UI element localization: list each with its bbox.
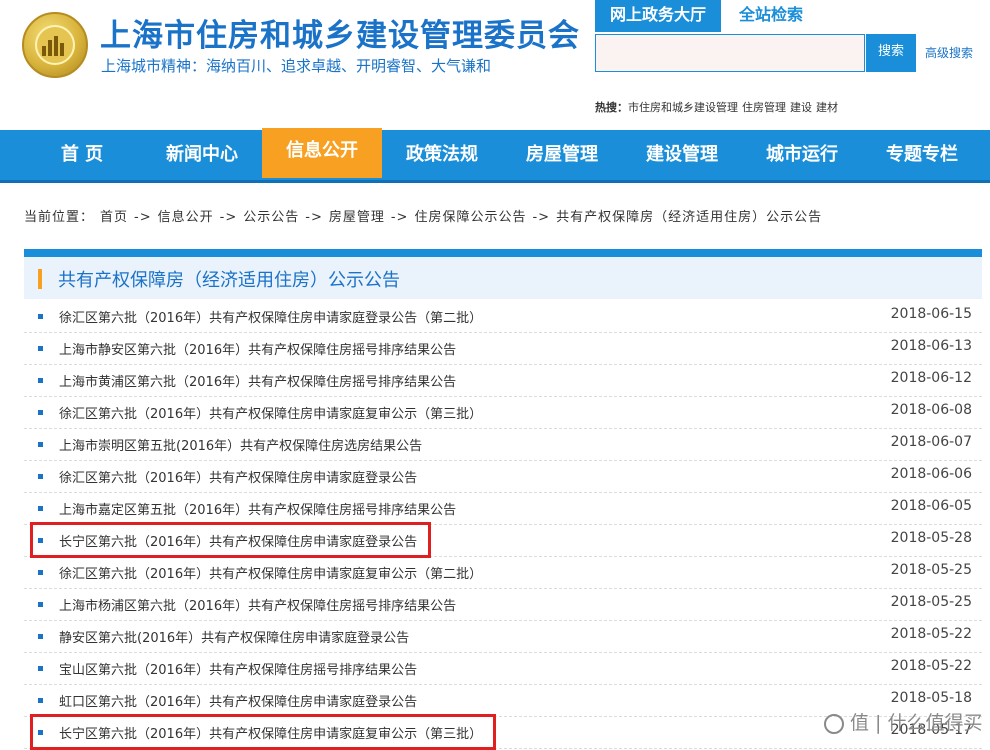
nav-item-home[interactable]: 首 页 [22,130,142,180]
breadcrumb-item[interactable]: 信息公开 [158,210,214,225]
nav-item-policy[interactable]: 政策法规 [382,130,502,180]
list-item-title[interactable]: 上海市黄浦区第六批（2016年）共有产权保障住房摇号排序结果公告 [59,371,456,390]
list-item-title[interactable]: 虹口区第六批（2016年）共有产权保障住房申请家庭登录公告 [59,691,417,710]
hot-search-term[interactable]: 建设 [790,101,812,114]
list-item[interactable]: 长宁区第六批（2016年）共有产权保障住房申请家庭登录公告 2018-05-28 [24,522,982,558]
breadcrumb-item-current[interactable]: 共有产权保障房（经济适用住房）公示公告 [556,210,822,225]
bullet-icon [38,506,43,511]
list-item-date: 2018-06-05 [890,498,972,514]
list-item-title[interactable]: 徐汇区第六批（2016年）共有产权保障住房申请家庭登录公告（第二批） [59,307,482,326]
tab-site-search[interactable]: 全站检索 [721,0,821,32]
breadcrumb: 当前位置： 首页 -> 信息公开 -> 公示公告 -> 房屋管理 -> 住房保障公示公告 -> 共有产… [24,206,828,225]
smzdm-logo-icon [824,713,844,734]
panel-title: 共有产权保障房（经济适用住房）公示公告 [58,270,400,291]
list-item-date: 2018-05-25 [890,562,972,578]
bullet-icon [38,634,43,639]
panel-header: 共有产权保障房（经济适用住房）公示公告 [24,257,982,299]
list-item-title[interactable]: 上海市杨浦区第六批（2016年）共有产权保障住房摇号排序结果公告 [59,595,456,614]
list-item-date: 2018-05-22 [890,658,972,674]
highlight-box [30,714,496,750]
breadcrumb-item[interactable]: 住房保障公示公告 [414,210,526,225]
list-item[interactable]: 上海市静安区第六批（2016年）共有产权保障住房摇号排序结果公告 2018-06-… [24,333,982,365]
nav-item-info-disclosure[interactable]: 信息公开 [262,128,382,178]
list-item-date: 2018-05-28 [890,530,972,546]
search-input[interactable] [595,34,865,72]
list-item-title[interactable]: 徐汇区第六批（2016年）共有产权保障住房申请家庭复审公示（第三批） [59,403,482,422]
list-item[interactable]: 徐汇区第六批（2016年）共有产权保障住房申请家庭登录公告（第二批） 2018-0… [24,301,982,333]
list-item-date: 2018-05-18 [890,690,972,706]
site-slogan: 上海城市精神：海纳百川、追求卓越、开明睿智、大气谦和 [101,57,492,75]
bullet-icon [38,378,43,383]
list-item[interactable]: 宝山区第六批（2016年）共有产权保障住房摇号排序结果公告 2018-05-22 [24,653,982,685]
breadcrumb-prefix: 当前位置： [24,210,95,225]
list-item[interactable]: 上海市崇明区第五批(2016年）共有产权保障住房选房结果公告 2018-06-07 [24,429,982,461]
list-item[interactable]: 徐汇区第六批（2016年）共有产权保障住房申请家庭登录公告 2018-06-06 [24,461,982,493]
bullet-icon [38,314,43,319]
bullet-icon [38,602,43,607]
search-button[interactable]: 搜索 [866,34,916,72]
site-logo[interactable] [22,12,88,78]
hot-search-term[interactable]: 市住房和城乡建设管理 [628,101,738,114]
bullet-icon [38,442,43,447]
nav-item-construction[interactable]: 建设管理 [622,130,742,180]
list-item[interactable]: 静安区第六批(2016年）共有产权保障住房申请家庭登录公告 2018-05-22 [24,621,982,653]
list-item-title[interactable]: 徐汇区第六批（2016年）共有产权保障住房申请家庭登录公告 [59,467,417,486]
highlight-box [30,522,431,558]
announcement-panel: 共有产权保障房（经济适用住房）公示公告 徐汇区第六批（2016年）共有产权保障住… [24,249,982,750]
bullet-icon [38,346,43,351]
list-item-date: 2018-06-07 [890,434,972,450]
breadcrumb-separator: -> [305,210,323,225]
bullet-icon [38,474,43,479]
nav-item-city-operation[interactable]: 城市运行 [742,130,862,180]
list-item-date: 2018-06-13 [890,338,972,354]
panel-title-marker [38,269,42,289]
list-item-date: 2018-06-15 [890,306,972,322]
breadcrumb-separator: -> [532,210,551,225]
site-title[interactable]: 上海市住房和城乡建设管理委员会 [100,10,580,55]
hot-search: 热搜：市住房和城乡建设管理 住房管理 建设 建材 [595,99,842,115]
list-item-title[interactable]: 上海市静安区第六批（2016年）共有产权保障住房摇号排序结果公告 [59,339,456,358]
list-item[interactable]: 上海市嘉定区第五批（2016年）共有产权保障住房摇号排序结果公告 2018-06-… [24,493,982,525]
nav-item-news[interactable]: 新闻中心 [142,130,262,180]
breadcrumb-separator: -> [219,210,238,225]
list-item-date: 2018-06-12 [890,370,972,386]
breadcrumb-item[interactable]: 房屋管理 [329,210,385,225]
tab-egov-hall[interactable]: 网上政务大厅 [595,0,721,32]
watermark-text: 值 | 什么值得买 [850,712,983,734]
list-item-date: 2018-05-25 [890,594,972,610]
list-item-date: 2018-06-06 [890,466,972,482]
logo-building-icon [42,34,68,56]
breadcrumb-item[interactable]: 首页 [100,210,128,225]
bullet-icon [38,570,43,575]
site-header: 上海市住房和城乡建设管理委员会 上海城市精神：海纳百川、追求卓越、开明睿智、大气… [0,0,990,130]
advanced-search-link[interactable]: 高级搜索 [925,44,973,61]
watermark: 值 | 什么值得买 [824,708,982,735]
breadcrumb-item[interactable]: 公示公告 [243,210,299,225]
list-item-title[interactable]: 上海市嘉定区第五批（2016年）共有产权保障住房摇号排序结果公告 [59,499,456,518]
nav-item-housing[interactable]: 房屋管理 [502,130,622,180]
hot-search-label: 热搜： [595,101,628,114]
list-item-title[interactable]: 上海市崇明区第五批(2016年）共有产权保障住房选房结果公告 [59,435,422,454]
list-item-title[interactable]: 静安区第六批(2016年）共有产权保障住房申请家庭登录公告 [59,627,409,646]
panel-top-bar [24,249,982,257]
list-item-date: 2018-06-08 [890,402,972,418]
nav-item-special-topics[interactable]: 专题专栏 [862,130,982,180]
breadcrumb-separator: -> [134,210,152,225]
bullet-icon [38,666,43,671]
hot-search-term[interactable]: 建材 [816,101,838,114]
main-nav: 首 页 新闻中心 信息公开 政策法规 房屋管理 建设管理 城市运行 专题专栏 [0,128,990,183]
list-item[interactable]: 徐汇区第六批（2016年）共有产权保障住房申请家庭复审公示（第二批） 2018-0… [24,557,982,589]
list-item-date: 2018-05-22 [890,626,972,642]
hot-search-term[interactable]: 住房管理 [742,101,786,114]
bullet-icon [38,410,43,415]
list-item[interactable]: 上海市黄浦区第六批（2016年）共有产权保障住房摇号排序结果公告 2018-06-… [24,365,982,397]
list-item-title[interactable]: 徐汇区第六批（2016年）共有产权保障住房申请家庭复审公示（第二批） [59,563,482,582]
bullet-icon [38,698,43,703]
breadcrumb-separator: -> [390,210,409,225]
list-item[interactable]: 上海市杨浦区第六批（2016年）共有产权保障住房摇号排序结果公告 2018-05-… [24,589,982,621]
list-item-title[interactable]: 宝山区第六批（2016年）共有产权保障住房摇号排序结果公告 [59,659,417,678]
list-item[interactable]: 徐汇区第六批（2016年）共有产权保障住房申请家庭复审公示（第三批） 2018-0… [24,397,982,429]
